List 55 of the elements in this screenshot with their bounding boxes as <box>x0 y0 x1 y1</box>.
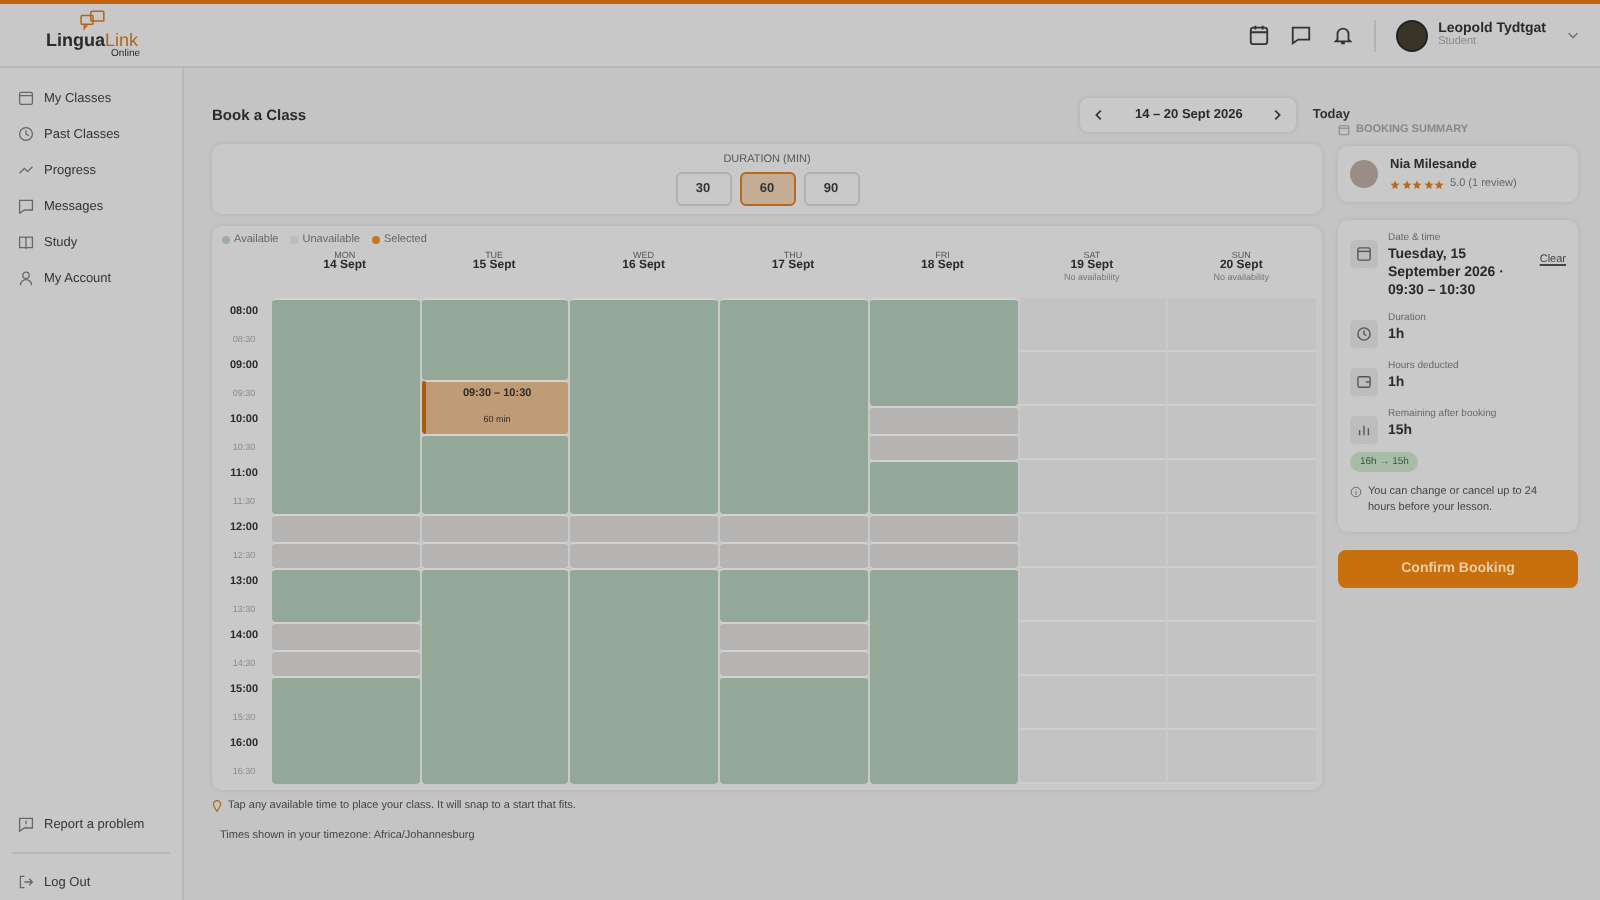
logo-wordmark: LinguaLink <box>45 32 138 50</box>
available-slot[interactable] <box>869 757 1018 784</box>
chat-bubbles-logo-icon <box>79 10 105 32</box>
available-slot[interactable] <box>570 487 719 514</box>
person-icon <box>18 270 34 286</box>
available-slot[interactable] <box>869 298 1018 325</box>
bell-icon[interactable] <box>1332 24 1355 46</box>
available-slot[interactable] <box>570 757 719 784</box>
user-avatar[interactable] <box>1396 19 1429 51</box>
available-slot[interactable] <box>570 568 719 595</box>
tutor-avatar <box>1350 160 1378 188</box>
available-slot[interactable] <box>570 298 719 325</box>
available-slot[interactable] <box>869 379 1018 406</box>
available-slot[interactable] <box>272 595 420 622</box>
available-slot[interactable] <box>272 568 420 595</box>
available-slot[interactable] <box>869 460 1018 487</box>
pin-icon <box>212 800 222 812</box>
available-slot[interactable] <box>421 433 569 460</box>
available-slot[interactable] <box>720 595 868 622</box>
info-icon <box>1350 486 1362 498</box>
available-slot[interactable] <box>869 487 1018 514</box>
legend-swatch <box>222 236 230 244</box>
available-slot[interactable] <box>720 487 868 514</box>
available-slot[interactable] <box>272 757 420 784</box>
available-slot[interactable] <box>272 487 420 514</box>
calendar-icon <box>1338 124 1350 136</box>
clock-icon <box>1350 320 1378 348</box>
chat-icon <box>18 198 34 214</box>
available-slot[interactable] <box>421 298 569 325</box>
available-slot[interactable] <box>421 568 569 595</box>
available-slot[interactable] <box>720 676 868 703</box>
available-slot[interactable] <box>869 568 1018 595</box>
trend-line-icon <box>18 162 34 178</box>
available-slot[interactable] <box>720 298 868 325</box>
available-slot[interactable] <box>720 757 868 784</box>
chat-icon[interactable] <box>1290 24 1313 46</box>
available-slot[interactable] <box>272 676 420 703</box>
book-icon <box>18 234 34 250</box>
calendar-icon <box>1350 240 1378 268</box>
calendar-icon[interactable] <box>1248 24 1271 46</box>
clock-icon <box>18 126 34 142</box>
legend-swatch <box>371 236 380 244</box>
chevron-right-icon[interactable] <box>1270 107 1285 121</box>
chevron-left-icon[interactable] <box>1092 107 1107 121</box>
available-slot[interactable] <box>421 757 569 784</box>
available-slot[interactable] <box>720 568 868 595</box>
available-slot[interactable] <box>272 298 420 325</box>
calendar-icon <box>18 90 34 106</box>
alert-icon <box>18 816 34 832</box>
wallet-icon <box>1350 368 1378 396</box>
available-slot[interactable] <box>421 487 569 514</box>
chevron-down-icon[interactable] <box>1566 28 1580 42</box>
available-slot[interactable] <box>421 352 569 379</box>
bar-chart-icon <box>1350 416 1378 444</box>
logout-icon <box>18 874 34 890</box>
